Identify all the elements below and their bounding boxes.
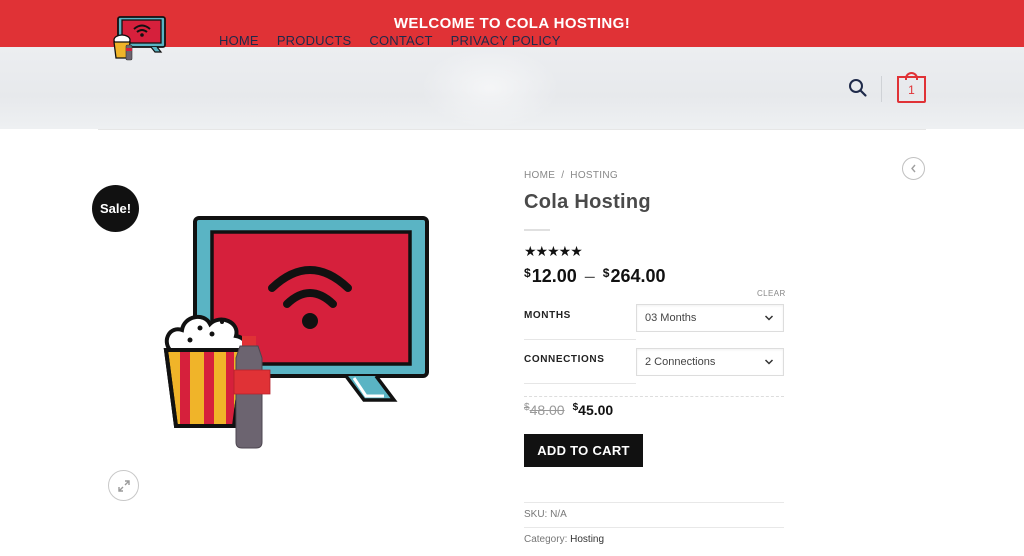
nav-privacy-policy[interactable]: PRIVACY POLICY <box>451 33 561 48</box>
price-range: $ 12.00 – $ 264.00 <box>524 266 666 287</box>
zoom-expand-icon[interactable] <box>108 470 139 501</box>
search-icon[interactable] <box>848 78 868 98</box>
variation-price-divider <box>524 396 784 397</box>
sale-badge: Sale! <box>92 185 139 232</box>
announcement-text: WELCOME TO COLA HOSTING! <box>393 15 631 32</box>
title-divider <box>524 229 550 231</box>
price-separator: – <box>584 266 595 286</box>
connections-label: CONNECTIONS <box>524 354 605 365</box>
clear-variations-link[interactable]: CLEAR <box>757 289 786 298</box>
sku-meta: SKU: N/A <box>524 509 567 520</box>
months-select-value: 03 Months <box>645 312 697 324</box>
sale-price-value: 45.00 <box>578 402 614 418</box>
connections-select-value: 2 Connections <box>645 356 716 368</box>
add-to-cart-button[interactable]: ADD TO CART <box>524 434 643 467</box>
meta-divider <box>524 527 784 528</box>
site-logo[interactable] <box>111 14 167 64</box>
variation-price: $ 48.00 $ 45.00 <box>524 402 613 418</box>
sku-value: N/A <box>550 509 567 520</box>
currency-symbol: $ <box>602 266 610 280</box>
nav-contact[interactable]: CONTACT <box>369 33 432 48</box>
breadcrumb-hosting[interactable]: HOSTING <box>570 170 618 181</box>
product-image[interactable] <box>160 210 440 450</box>
chevron-left-icon[interactable] <box>902 157 925 180</box>
header-divider-line <box>98 129 926 130</box>
nav-products[interactable]: PRODUCTS <box>277 33 352 48</box>
category-link[interactable]: Hosting <box>570 534 604 545</box>
price-min: 12.00 <box>531 266 577 286</box>
variation-divider <box>524 383 636 384</box>
product-title: Cola Hosting <box>524 191 651 213</box>
months-select[interactable]: 03 Months <box>636 304 784 332</box>
category-meta: Category: Hosting <box>524 534 604 545</box>
sale-price: $ 45.00 <box>573 402 614 418</box>
currency-symbol: $ <box>524 266 531 280</box>
cart-count: 1 <box>897 76 926 103</box>
old-price-value: 48.00 <box>529 402 565 418</box>
price-max: 264.00 <box>610 266 666 286</box>
old-price: $ 48.00 <box>524 402 565 418</box>
cart-icon[interactable]: 1 <box>897 72 926 104</box>
star-rating: ★★★★★ <box>524 243 583 259</box>
breadcrumb: HOME / HOSTING <box>524 170 618 181</box>
chevron-down-icon <box>764 359 774 365</box>
months-label: MONTHS <box>524 310 571 321</box>
breadcrumb-separator: / <box>561 170 565 181</box>
connections-select[interactable]: 2 Connections <box>636 348 784 376</box>
meta-divider <box>524 502 784 503</box>
breadcrumb-home[interactable]: HOME <box>524 170 555 181</box>
category-label: Category: <box>524 534 568 545</box>
chevron-down-icon <box>764 315 774 321</box>
header-divider <box>881 76 882 102</box>
main-nav: HOME PRODUCTS CONTACT PRIVACY POLICY <box>219 33 561 48</box>
sku-label: SKU: <box>524 509 548 520</box>
nav-home[interactable]: HOME <box>219 33 259 48</box>
variation-divider <box>524 339 636 340</box>
